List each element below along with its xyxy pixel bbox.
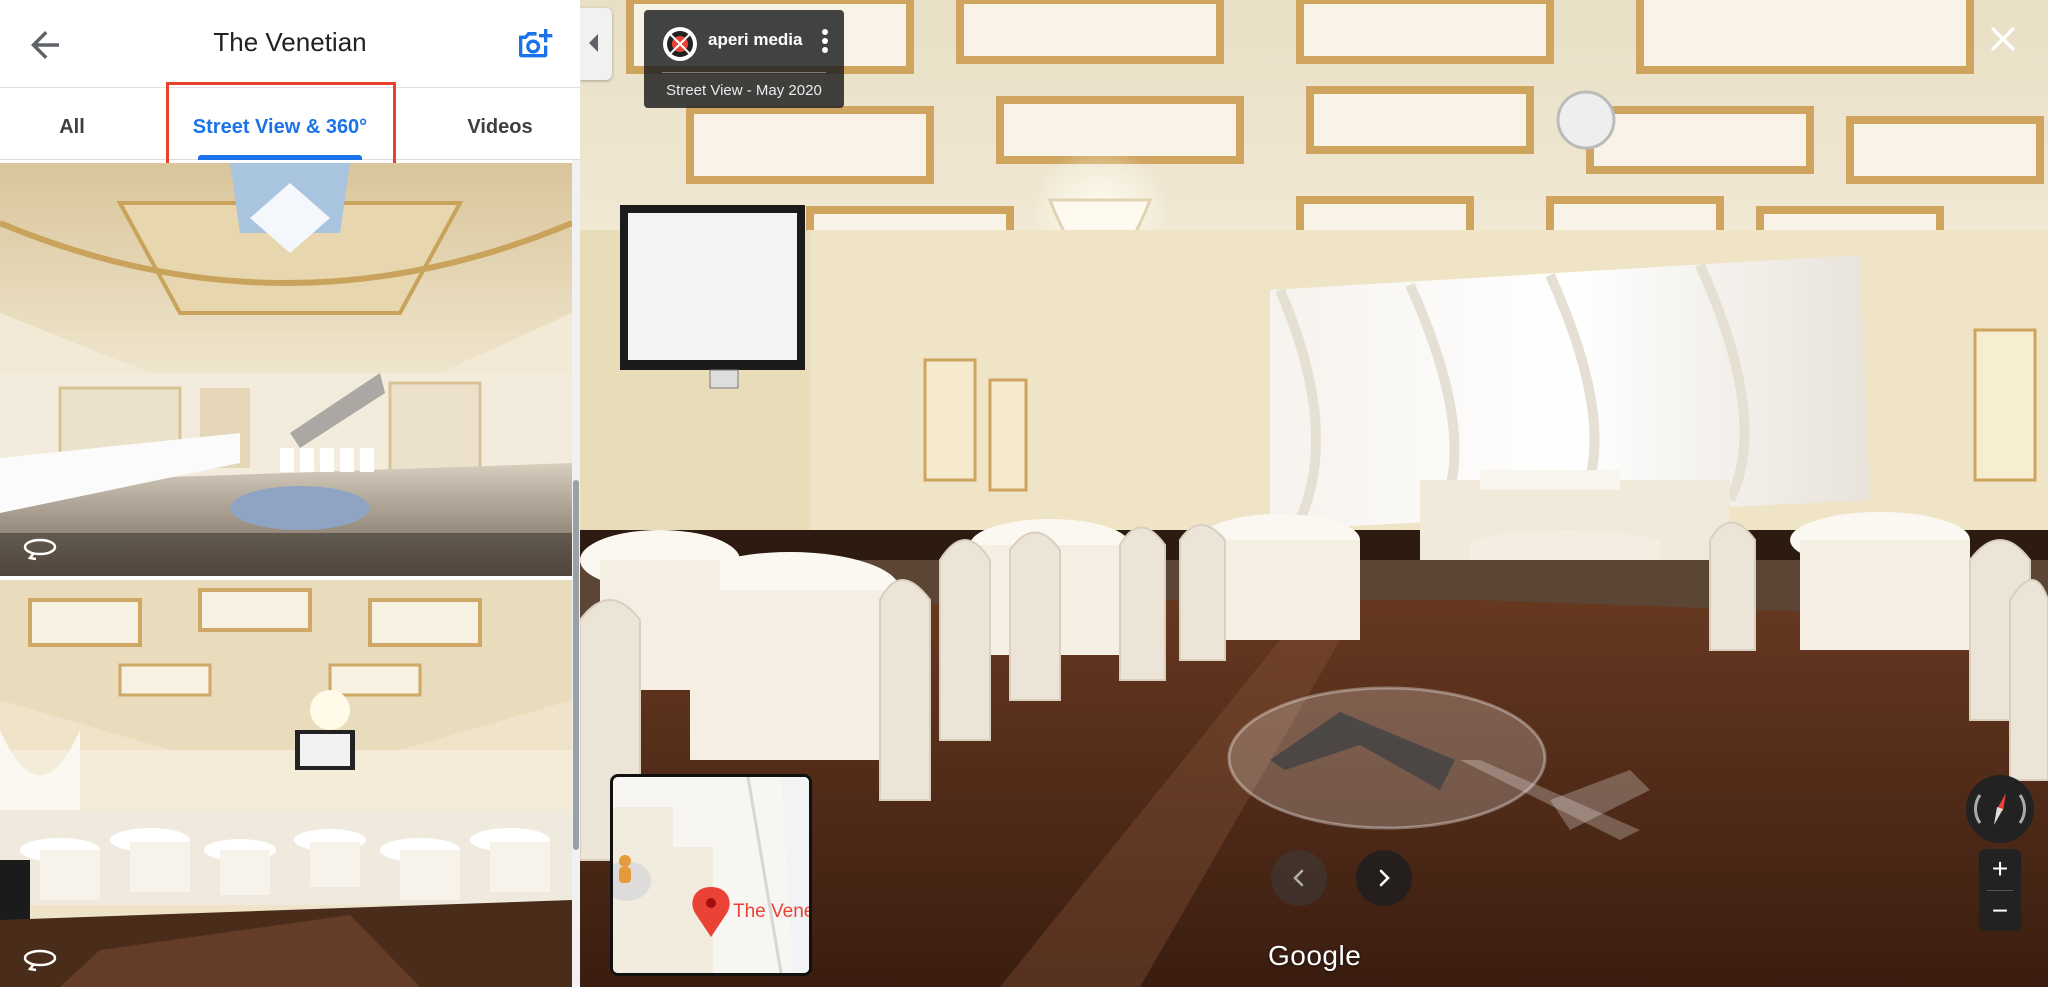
- 360-icon: [23, 949, 57, 972]
- minimap-view: [613, 777, 809, 973]
- zoom-out-button[interactable]: −: [1979, 891, 2021, 931]
- 360-icon: [23, 538, 57, 561]
- close-viewer-button[interactable]: [1986, 22, 2020, 56]
- add-photo-button[interactable]: [514, 24, 554, 64]
- zoom-in-button[interactable]: +: [1979, 849, 2021, 889]
- minimap[interactable]: The Venetian: [610, 774, 812, 976]
- contributor-avatar[interactable]: [662, 26, 698, 62]
- tab-videos[interactable]: Videos: [450, 88, 550, 160]
- chevron-left-icon: [1293, 869, 1304, 887]
- contributor-name[interactable]: aperi media: [708, 28, 803, 52]
- street-view-viewer[interactable]: aperi media Street View - May 2020 The V…: [580, 0, 2048, 987]
- collapse-panel-button[interactable]: [580, 8, 612, 80]
- add-photo-icon: [519, 29, 553, 58]
- tab-all[interactable]: All: [32, 88, 112, 160]
- chevron-right-icon: [1379, 869, 1390, 887]
- compass-button[interactable]: [1966, 775, 2034, 843]
- caret-left-icon: [589, 34, 598, 52]
- banquet-hall-photo: [0, 580, 572, 987]
- photo-tabs: All Street View & 360° Videos: [0, 88, 580, 160]
- card-divider: [662, 72, 826, 73]
- street-view-thumbnail-2[interactable]: [0, 580, 572, 987]
- ballroom-photo: [0, 163, 572, 576]
- scrollbar-thumb[interactable]: [573, 480, 579, 850]
- capture-date: Street View - May 2020: [666, 82, 822, 99]
- zoom-control: + −: [1979, 849, 2021, 931]
- street-view-thumbnail-1[interactable]: [0, 163, 572, 576]
- compass-icon: [1973, 793, 2027, 825]
- panel-scrollbar[interactable]: [572, 160, 580, 987]
- google-logo: Google: [1268, 940, 1362, 971]
- side-panel: The Venetian All Street View & 360° Vide…: [0, 0, 580, 987]
- active-tab-indicator: [198, 155, 362, 160]
- next-photo-button[interactable]: [1356, 850, 1412, 906]
- tab-street-view-360[interactable]: Street View & 360°: [180, 88, 380, 160]
- minimap-place-label: The Venetian: [733, 901, 812, 922]
- contributor-card: aperi media Street View - May 2020: [644, 10, 844, 108]
- close-icon: [1991, 27, 2015, 51]
- page-title: The Venetian: [213, 27, 367, 57]
- previous-photo-button[interactable]: [1271, 850, 1327, 906]
- more-options-icon[interactable]: [815, 26, 835, 56]
- panel-header: The Venetian: [0, 0, 580, 88]
